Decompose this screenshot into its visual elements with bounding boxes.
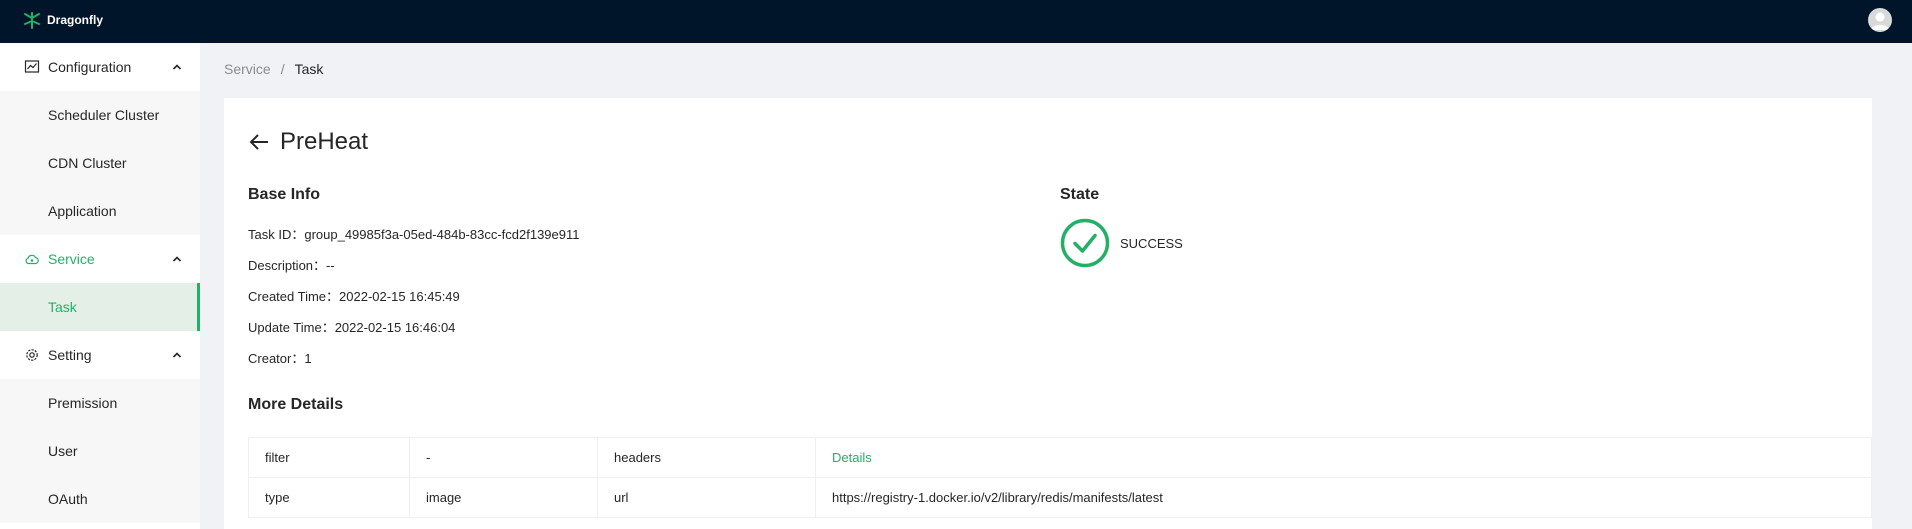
top-navbar: Dragonfly bbox=[0, 0, 1912, 43]
dragonfly-logo-icon bbox=[24, 12, 40, 29]
menu-group-label: Configuration bbox=[48, 59, 132, 75]
table-cell: type bbox=[248, 477, 410, 518]
breadcrumb-current: Task bbox=[294, 61, 324, 77]
info-value: 2022-02-15 16:45:49 bbox=[339, 289, 460, 304]
menu-group-label: Service bbox=[48, 251, 95, 267]
gear-icon bbox=[26, 349, 38, 361]
submenu-setting: Premission User OAuth bbox=[0, 379, 200, 523]
info-label: Created Time： bbox=[248, 289, 340, 304]
table-row: type image url https://registry-1.docker… bbox=[248, 477, 1872, 518]
back-arrow-icon[interactable] bbox=[248, 131, 270, 153]
info-row-task-id: Task ID：group_49985f3a-05ed-484b-83cc-fc… bbox=[248, 224, 580, 243]
more-details-title: More Details bbox=[248, 396, 344, 413]
table-row: filter - headers Details bbox=[248, 437, 1872, 478]
info-label: Description： bbox=[248, 258, 327, 273]
menu-group-service[interactable]: Service bbox=[0, 235, 200, 283]
state-value: SUCCESS bbox=[1120, 236, 1183, 251]
avatar[interactable] bbox=[1868, 8, 1892, 32]
breadcrumb-separator: / bbox=[280, 61, 285, 77]
info-value: 1 bbox=[304, 351, 312, 366]
menu-group-setting[interactable]: Setting bbox=[0, 331, 200, 379]
table-cell: headers bbox=[597, 437, 816, 478]
info-row-update-time: Update Time：2022-02-15 16:46:04 bbox=[248, 317, 455, 336]
chart-line-icon bbox=[24, 60, 40, 73]
table-cell: - bbox=[409, 437, 598, 478]
table-cell: https://registry-1.docker.io/v2/library/… bbox=[815, 477, 1872, 518]
submenu-configuration: Scheduler Cluster CDN Cluster Applicatio… bbox=[0, 91, 200, 235]
menu-group-label: Setting bbox=[48, 347, 92, 363]
chevron-up-icon bbox=[172, 352, 182, 358]
state-title: State bbox=[1060, 186, 1100, 203]
info-row-description: Description：-- bbox=[248, 255, 335, 274]
table-cell: filter bbox=[248, 437, 410, 478]
submenu-service: Task bbox=[0, 283, 200, 331]
brand[interactable]: Dragonfly bbox=[22, 10, 103, 30]
sidebar-item-task[interactable]: Task bbox=[0, 283, 200, 331]
brand-name: Dragonfly bbox=[47, 13, 104, 27]
chevron-up-icon bbox=[172, 256, 182, 262]
info-row-created-time: Created Time：2022-02-15 16:45:49 bbox=[248, 286, 460, 305]
info-row-creator: Creator：1 bbox=[248, 348, 312, 367]
info-label: Creator： bbox=[248, 351, 305, 366]
info-value: group_49985f3a-05ed-484b-83cc-fcd2f139e9… bbox=[304, 227, 580, 242]
sidebar-item-oauth[interactable]: OAuth bbox=[0, 475, 200, 523]
headers-details-link[interactable]: Details bbox=[815, 437, 1872, 478]
info-value: 2022-02-15 16:46:04 bbox=[334, 320, 456, 335]
info-label: Task ID： bbox=[248, 227, 305, 242]
check-circle-icon bbox=[1060, 218, 1110, 268]
details-table: filter - headers Details type image url … bbox=[248, 437, 1872, 518]
user-icon bbox=[1871, 12, 1889, 30]
sidebar-item-application[interactable]: Application bbox=[0, 187, 200, 235]
cloud-icon bbox=[25, 254, 39, 265]
info-value: -- bbox=[326, 258, 335, 273]
info-label: Update Time： bbox=[248, 320, 335, 335]
chevron-up-icon bbox=[172, 64, 182, 70]
main-content: Service / Task PreHeat Base Info Task ID… bbox=[200, 43, 1912, 529]
menu-group-configuration[interactable]: Configuration bbox=[0, 43, 200, 91]
table-cell: url bbox=[597, 477, 816, 518]
base-info-title: Base Info bbox=[248, 186, 321, 203]
sidebar-item-user[interactable]: User bbox=[0, 427, 200, 475]
sidebar-item-scheduler-cluster[interactable]: Scheduler Cluster bbox=[0, 91, 200, 139]
page-title: PreHeat bbox=[280, 128, 369, 155]
task-detail-card: PreHeat Base Info Task ID：group_49985f3a… bbox=[224, 98, 1872, 529]
breadcrumb-service-link[interactable]: Service bbox=[224, 61, 271, 77]
sidebar: Configuration Scheduler Cluster CDN Clus… bbox=[0, 43, 200, 529]
table-cell: image bbox=[409, 477, 598, 518]
breadcrumb: Service / Task bbox=[224, 61, 323, 77]
sidebar-item-premission[interactable]: Premission bbox=[0, 379, 200, 427]
sidebar-item-cdn-cluster[interactable]: CDN Cluster bbox=[0, 139, 200, 187]
